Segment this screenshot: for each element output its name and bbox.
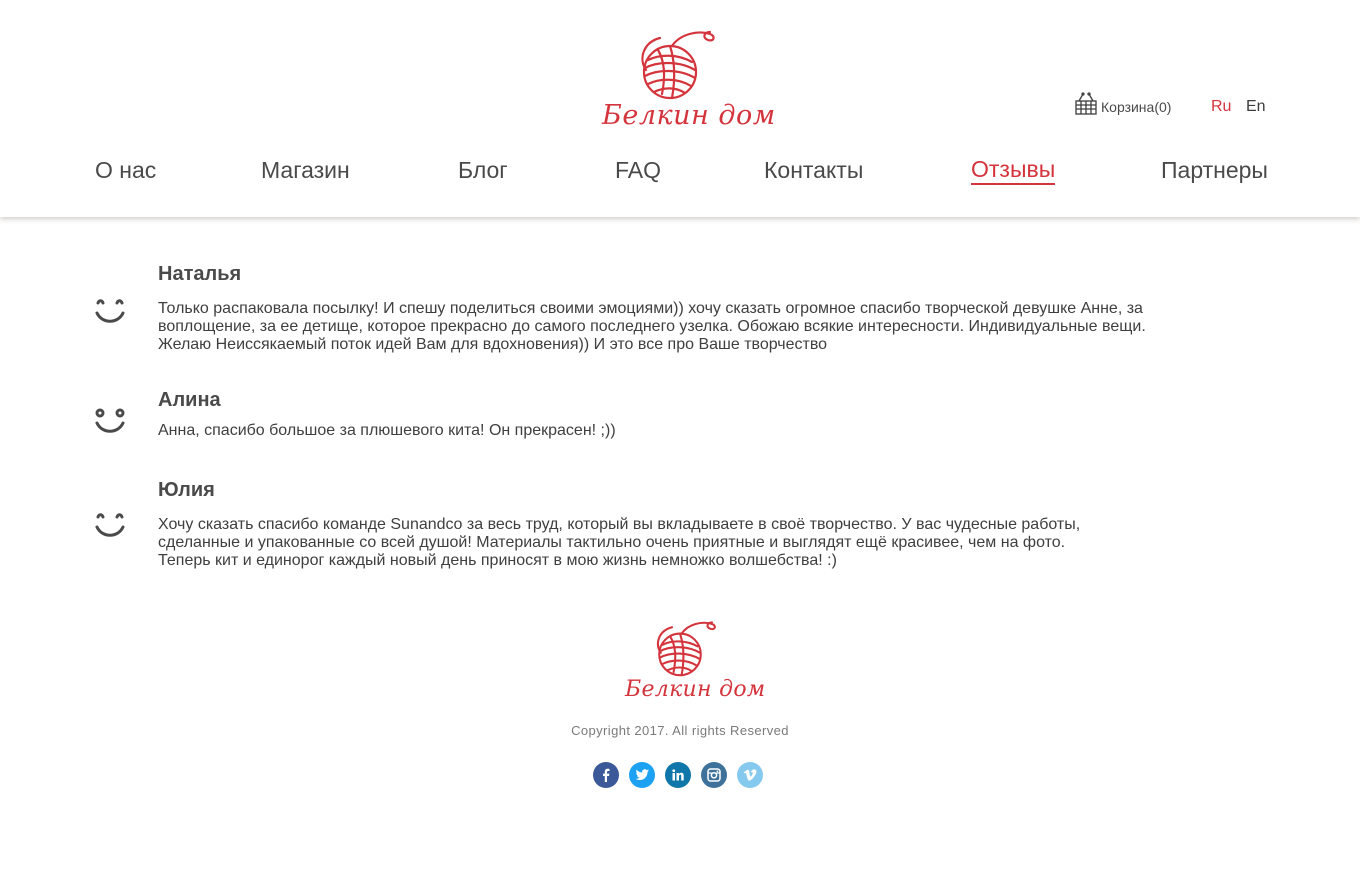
review-text: Анна, спасибо большое за плюшевого кита!… xyxy=(158,422,616,439)
nav-item-reviews[interactable]: Отзывы xyxy=(971,155,1056,185)
copyright-text: Copyright 2017. All rights Reserved xyxy=(571,723,789,738)
nav-item-partners[interactable]: Партнеры xyxy=(1161,155,1268,185)
yarn-ball-icon xyxy=(641,30,715,100)
nav-item-blog[interactable]: Блог xyxy=(458,155,508,185)
social-links xyxy=(593,762,763,788)
instagram-icon[interactable] xyxy=(701,762,727,788)
site-logo[interactable]: Белкин дом xyxy=(598,24,775,136)
review-author: Юлия xyxy=(158,479,215,501)
review-author: Алина xyxy=(158,389,221,411)
footer-logo[interactable]: Белкин дом xyxy=(622,616,765,708)
nav-item-contacts[interactable]: Контакты xyxy=(764,155,863,185)
yarn-ball-icon xyxy=(657,621,716,677)
main-nav: О нас Магазин Блог FAQ Контакты Отзывы П… xyxy=(0,155,1360,189)
smile-closed-eyes-icon xyxy=(95,299,125,323)
smile-closed-eyes-icon xyxy=(95,513,125,537)
site-header: Белкин дом Корзина(0) Ru En О нас Магази… xyxy=(0,0,1360,217)
cart-label: Корзина(0) xyxy=(1101,99,1172,115)
review-text: Хочу сказать спасибо команде Sunandco за… xyxy=(158,516,1081,569)
review-text: Только распаковала посылку! И спешу поде… xyxy=(158,300,1146,353)
logo-text: Белкин дом xyxy=(625,677,766,702)
lang-en-link[interactable]: En xyxy=(1246,98,1266,116)
logo-text: Белкин дом xyxy=(602,100,776,131)
nav-item-faq[interactable]: FAQ xyxy=(615,155,661,185)
nav-item-shop[interactable]: Магазин xyxy=(261,155,350,185)
linkedin-icon[interactable] xyxy=(665,762,691,788)
smile-open-eyes-icon xyxy=(95,408,125,433)
cart-button[interactable]: Корзина(0) xyxy=(1074,90,1171,116)
twitter-icon[interactable] xyxy=(629,762,655,788)
lang-ru-link[interactable]: Ru xyxy=(1211,98,1231,116)
basket-icon xyxy=(1075,92,1097,115)
nav-item-about[interactable]: О нас xyxy=(95,155,156,185)
facebook-icon[interactable] xyxy=(593,762,619,788)
vimeo-icon[interactable] xyxy=(737,762,763,788)
review-author: Наталья xyxy=(158,263,242,285)
